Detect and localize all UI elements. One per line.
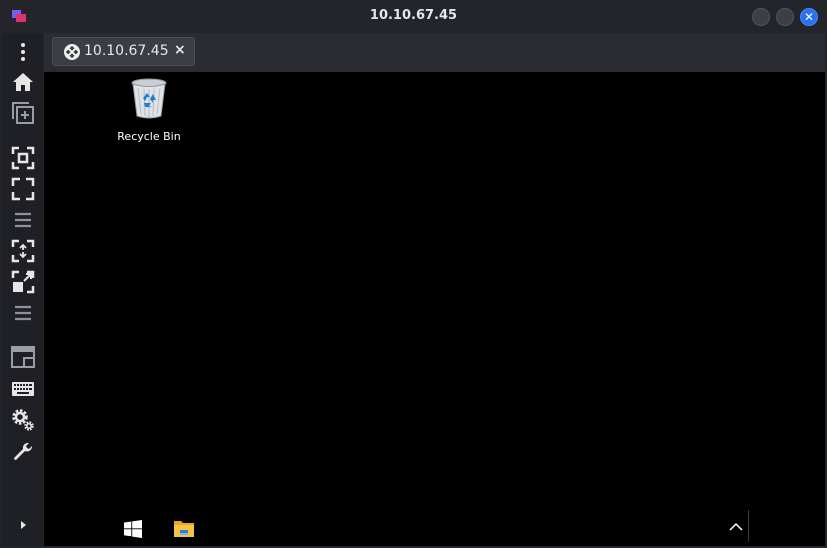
remote-desktop-icon [64,44,80,60]
file-explorer-icon[interactable] [173,518,195,538]
close-window-button[interactable]: ✕ [800,8,818,26]
window-title: 10.10.67.45 [369,8,458,23]
show-hidden-icons-chevron[interactable] [729,522,743,532]
fit-to-screen-icon[interactable] [11,146,35,170]
sidebar [2,33,43,546]
tools-icon[interactable] [11,440,35,464]
tray-divider [748,510,749,542]
new-connection-icon[interactable] [11,101,35,125]
tab-close-button[interactable]: × [174,42,186,58]
fullscreen-icon[interactable] [11,177,35,201]
menu-icon[interactable] [11,301,35,325]
scale-icon[interactable] [11,270,35,294]
minimize-button[interactable] [752,8,770,26]
menu-icon[interactable] [11,208,35,232]
desktop-icon-label: Recycle Bin [117,130,181,143]
home-icon[interactable] [11,70,35,94]
remote-desktop-view[interactable]: Recycle Bin [44,72,825,546]
settings-icon[interactable] [11,408,35,432]
maximize-button[interactable] [776,8,794,26]
remote-taskbar [44,510,825,546]
more-vertical-icon[interactable] [11,40,35,64]
tab-remote-session[interactable]: 10.10.67.45 × [52,37,195,66]
windows-start-icon[interactable] [124,520,142,538]
keyboard-icon[interactable] [11,377,35,401]
display-icon[interactable] [11,345,35,369]
tab-bar: 10.10.67.45 × [44,33,825,72]
resize-icon[interactable] [11,239,35,263]
title-bar: 10.10.67.45 ✕ [0,0,827,33]
tab-label: 10.10.67.45 [84,43,169,59]
expand-icon[interactable] [11,513,35,537]
recycle-bin-icon [131,78,167,119]
